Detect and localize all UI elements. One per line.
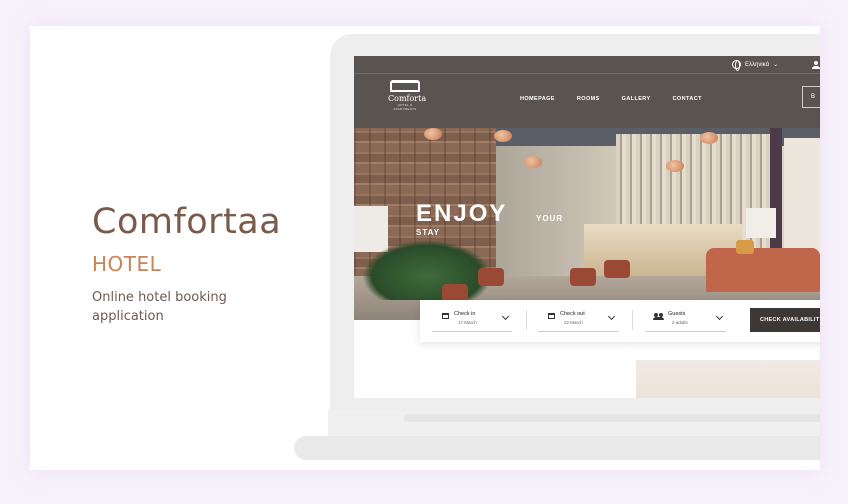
laptop-screen: Ελληνικά ⌄ Comforta HOTEL & APARTMENTS H… bbox=[354, 56, 820, 398]
window bbox=[784, 138, 820, 258]
guests-label: Guests bbox=[668, 311, 686, 317]
pendant-lamp bbox=[494, 130, 512, 142]
pendant-lamp bbox=[424, 128, 442, 140]
app-subtitle: HOTEL bbox=[92, 252, 162, 276]
book-now-label: B bbox=[811, 94, 816, 100]
guests-icon bbox=[653, 313, 664, 320]
app-title: Comfortaa bbox=[92, 202, 282, 242]
cushion bbox=[736, 240, 754, 254]
language-label: Ελληνικά bbox=[745, 61, 770, 68]
guests-field[interactable]: Guests 2 adults bbox=[646, 310, 726, 332]
pendant-lamp bbox=[666, 160, 684, 172]
chair bbox=[570, 268, 596, 286]
pendant-lamp bbox=[524, 156, 542, 168]
hero-subtitle-your: YOUR bbox=[536, 214, 564, 223]
logo-tagline: HOTEL & APARTMENTS bbox=[393, 103, 417, 111]
presentation-card: Comfortaa HOTEL Online hotel booking app… bbox=[30, 26, 820, 470]
laptop-base-front bbox=[294, 436, 820, 460]
booking-bar: Check in 17 March Check out 22 March Gue… bbox=[420, 300, 820, 342]
check-availability-button[interactable]: CHECK AVAILABILITY bbox=[750, 308, 820, 332]
checkout-value: 22 March bbox=[564, 320, 583, 325]
chair bbox=[478, 268, 504, 286]
checkin-field[interactable]: Check in 17 March bbox=[432, 310, 512, 332]
checkin-label: Check in bbox=[454, 311, 476, 317]
nav-gallery[interactable]: GALLERY bbox=[622, 96, 651, 102]
nav-contact[interactable]: CONTACT bbox=[673, 96, 702, 102]
hero-subtitle-stay: STAY bbox=[416, 228, 441, 237]
chevron-down-icon: ⌄ bbox=[773, 62, 779, 68]
divider bbox=[526, 310, 527, 330]
guests-value: 2 adults bbox=[672, 320, 688, 325]
pendant-lamp bbox=[700, 132, 718, 144]
laptop-keyboard bbox=[404, 414, 820, 422]
chair bbox=[604, 260, 630, 278]
language-selector[interactable]: Ελληνικά ⌄ bbox=[732, 60, 779, 71]
chevron-down-icon bbox=[607, 312, 616, 321]
checkin-value: 17 March bbox=[458, 320, 477, 325]
user-icon[interactable] bbox=[812, 61, 820, 69]
chevron-down-icon bbox=[715, 312, 724, 321]
globe-icon bbox=[732, 60, 741, 71]
site-logo[interactable]: Comforta HOTEL & APARTMENTS bbox=[388, 80, 427, 111]
main-nav: HOMEPAGE ROOMS GALLERY CONTACT bbox=[520, 96, 702, 102]
top-bar: Ελληνικά ⌄ bbox=[354, 56, 820, 74]
room-preview-image bbox=[636, 360, 820, 398]
calendar-icon bbox=[442, 313, 449, 319]
nav-rooms[interactable]: ROOMS bbox=[577, 96, 600, 102]
bed-logo-icon bbox=[390, 80, 420, 92]
site-header: Ελληνικά ⌄ Comforta HOTEL & APARTMENTS H… bbox=[354, 56, 820, 128]
hero-title: ENJOY bbox=[416, 200, 508, 227]
app-description: Online hotel booking application bbox=[92, 290, 227, 324]
checkout-label: Check out bbox=[560, 311, 585, 317]
divider bbox=[632, 310, 633, 330]
calendar-icon bbox=[548, 313, 555, 319]
checkout-field[interactable]: Check out 22 March bbox=[538, 310, 618, 332]
sofa bbox=[706, 248, 820, 292]
hero-image: ENJOY YOUR STAY bbox=[354, 128, 820, 320]
plants bbox=[362, 240, 492, 300]
nav-homepage[interactable]: HOMEPAGE bbox=[520, 96, 555, 102]
book-now-button[interactable]: B bbox=[802, 86, 820, 108]
logo-name: Comforta bbox=[388, 94, 427, 103]
intro-block: Comfortaa HOTEL Online hotel booking app… bbox=[92, 202, 281, 326]
chevron-down-icon bbox=[501, 312, 510, 321]
table-lamp bbox=[746, 208, 776, 238]
